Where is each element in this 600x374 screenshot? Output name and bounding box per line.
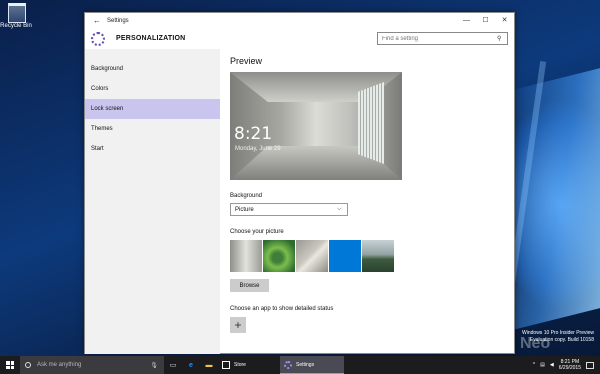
taskbar-app-store-label: Store: [234, 362, 246, 368]
picture-thumb-rock[interactable]: [296, 240, 328, 272]
chevron-down-icon: ⌵: [337, 206, 342, 212]
store-icon: [222, 361, 230, 369]
picture-thumb-room[interactable]: [230, 240, 262, 272]
sidebar-item-start[interactable]: Start: [85, 139, 220, 159]
maximize-button[interactable]: ☐: [476, 13, 495, 28]
main-content: Preview 8:21 Monday, June 29 Background …: [230, 49, 510, 354]
picture-thumbnails: [230, 240, 510, 272]
recycle-bin-label: Recycle Bin: [0, 23, 32, 29]
windows-logo-icon: [6, 361, 14, 369]
sidebar-item-lock-screen[interactable]: Lock screen: [85, 99, 220, 119]
taskbar-app-store[interactable]: Store: [218, 356, 280, 374]
lock-screen-preview: 8:21 Monday, June 29: [230, 72, 402, 180]
taskbar-search[interactable]: Ask me anything 🎙: [20, 356, 164, 374]
choose-app-label: Choose an app to show detailed status: [230, 306, 334, 312]
wallpaper-light: [505, 68, 600, 332]
choose-picture-label: Choose your picture: [230, 229, 284, 235]
sidebar: Background Colors Lock screen Themes Sta…: [85, 49, 220, 354]
build-line-2: Evaluation copy. Build 10158: [529, 337, 594, 343]
close-button[interactable]: ✕: [495, 13, 514, 28]
network-icon[interactable]: ▤: [540, 362, 545, 368]
notification-icon[interactable]: [586, 361, 594, 369]
preview-time: 8:21: [234, 124, 273, 144]
search-icon[interactable]: ⚲: [497, 35, 507, 42]
taskbar-app-settings[interactable]: Settings: [280, 356, 344, 374]
taskbar: Ask me anything 🎙 ▭ e ▬ Store Settings ^…: [0, 356, 600, 374]
build-watermark: Windows 10 Pro Insider Preview Evaluatio…: [522, 330, 594, 344]
background-dropdown[interactable]: Picture ⌵: [230, 203, 348, 216]
build-line-1: Windows 10 Pro Insider Preview: [522, 330, 594, 336]
picture-thumb-landscape[interactable]: [362, 240, 394, 272]
edge-icon[interactable]: e: [182, 356, 200, 374]
search-input[interactable]: [382, 35, 497, 42]
cortana-icon: [25, 362, 31, 368]
taskbar-clock[interactable]: 8:21 PM 6/29/2015: [559, 359, 581, 371]
minimize-button[interactable]: —: [457, 13, 476, 28]
browse-button[interactable]: Browse: [230, 279, 269, 292]
title-bar: ← Settings — ☐ ✕: [85, 13, 514, 28]
clock-date: 6/29/2015: [558, 365, 581, 371]
preview-heading: Preview: [230, 56, 263, 66]
settings-icon: [284, 360, 292, 369]
picture-thumb-river[interactable]: [263, 240, 295, 272]
add-app-button[interactable]: +: [230, 317, 246, 333]
microphone-icon[interactable]: 🎙: [150, 362, 158, 369]
task-view-icon[interactable]: ▭: [164, 356, 182, 374]
recycle-bin[interactable]: Recycle Bin: [0, 3, 32, 29]
volume-icon[interactable]: ◀: [550, 362, 554, 368]
gear-icon: [91, 31, 105, 46]
sidebar-item-background[interactable]: Background: [85, 59, 220, 79]
file-explorer-icon[interactable]: ▬: [200, 356, 218, 374]
settings-window: ← Settings — ☐ ✕ PERSONALIZATION ⚲ Backg…: [84, 12, 515, 354]
preview-date: Monday, June 29: [235, 146, 281, 152]
page-title: PERSONALIZATION: [116, 35, 186, 42]
start-button[interactable]: [0, 356, 20, 374]
window-title: Settings: [107, 17, 129, 24]
taskbar-app-settings-label: Settings: [296, 361, 315, 368]
background-label: Background: [230, 193, 263, 199]
picture-thumb-blue[interactable]: [329, 240, 361, 272]
chevron-up-icon[interactable]: ^: [533, 362, 535, 368]
settings-search[interactable]: ⚲: [377, 32, 508, 45]
system-tray: ^ ▤ ◀ 8:21 PM 6/29/2015: [533, 359, 600, 371]
settings-header: PERSONALIZATION ⚲: [85, 28, 514, 49]
back-arrow-icon[interactable]: ←: [93, 16, 107, 25]
recycle-bin-icon[interactable]: [8, 3, 26, 23]
taskbar-search-placeholder: Ask me anything: [37, 362, 82, 368]
sidebar-item-colors[interactable]: Colors: [85, 79, 220, 99]
background-dropdown-value: Picture: [235, 206, 254, 213]
sidebar-item-themes[interactable]: Themes: [85, 119, 220, 139]
preview-window: [358, 82, 384, 164]
